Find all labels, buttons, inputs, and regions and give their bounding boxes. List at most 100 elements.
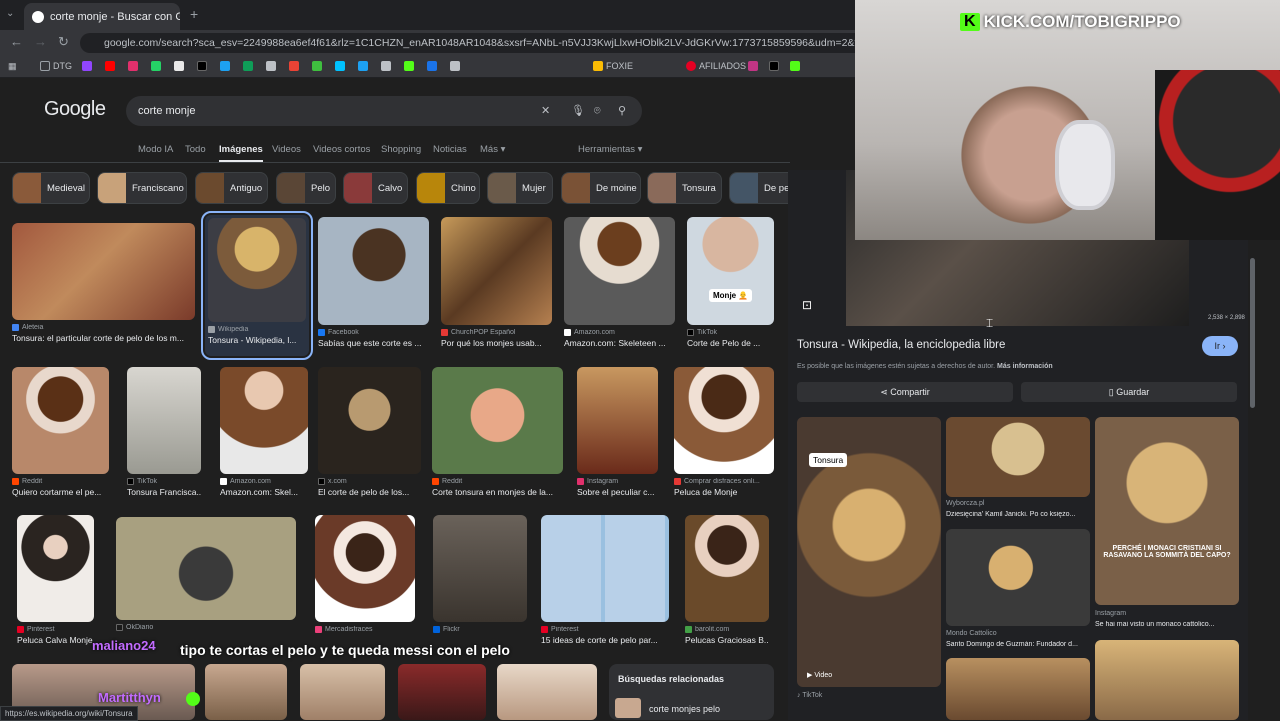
result-image[interactable]	[318, 367, 421, 474]
result-image[interactable]	[208, 218, 306, 322]
related-image-card[interactable]	[946, 529, 1090, 626]
apps-icon[interactable]: ▦	[8, 61, 17, 72]
tools-button[interactable]: Herramientas ▾	[578, 144, 642, 155]
result-image[interactable]	[318, 217, 429, 325]
voice-search-icon[interactable]: 🎙	[571, 96, 585, 126]
result-image[interactable]: Monje 🧑‍🦲	[687, 217, 774, 325]
chip-franciscano[interactable]: Franciscano	[97, 172, 187, 204]
tab-noticias[interactable]: Noticias	[433, 144, 467, 155]
browser-tab[interactable]: corte monje - Buscar con Google ✕	[24, 3, 180, 30]
result-image[interactable]	[12, 367, 109, 474]
result-image[interactable]	[674, 367, 774, 474]
result-image[interactable]	[433, 515, 527, 622]
back-icon[interactable]: ←	[10, 34, 23, 49]
chip-de-moine[interactable]: De moine	[561, 172, 641, 204]
result-card[interactable]: Amazon.com Amazon.com: Skeleteen ...	[564, 217, 675, 348]
chip-pelo[interactable]: Pelo	[276, 172, 336, 204]
reload-icon[interactable]: ↻	[58, 34, 69, 50]
related-image-card[interactable]	[946, 417, 1090, 497]
result-card[interactable]: TikTok Tonsura Francisca...	[127, 367, 201, 497]
result-image[interactable]	[685, 515, 769, 622]
chip-tonsura[interactable]: Tonsura	[647, 172, 722, 204]
related-search-item[interactable]: corte monjes pelo	[649, 704, 720, 714]
preview-title[interactable]: Tonsura - Wikipedia, la enciclopedia lib…	[797, 339, 1005, 351]
related-image-card[interactable]	[1095, 640, 1239, 720]
result-card[interactable]: OkDiario	[116, 517, 296, 631]
result-card[interactable]: Flickr	[433, 515, 527, 633]
result-card[interactable]: Reddit Corte tonsura en monjes de la...	[432, 367, 563, 497]
result-image[interactable]	[116, 517, 296, 620]
related-image-card[interactable]: PERCHÉ I MONACI CRISTIANI SI RASAVANO LA…	[1095, 417, 1239, 605]
tab-mas[interactable]: Más ▾	[480, 144, 505, 155]
result-image[interactable]	[127, 367, 201, 474]
bookmark-more-icons[interactable]	[748, 61, 800, 71]
chip-mujer[interactable]: Mujer	[487, 172, 553, 204]
related-video-card[interactable]: Tonsura ▶ Video	[797, 417, 941, 687]
result-image[interactable]	[541, 515, 669, 622]
forward-icon[interactable]: →	[34, 34, 47, 49]
chip-calvo[interactable]: Calvo	[343, 172, 408, 204]
result-card[interactable]: ChurchPOP Español Por qué los monjes usa…	[441, 217, 552, 348]
result-card[interactable]: Amazon.com Amazon.com: Skel...	[220, 367, 308, 497]
url-field[interactable]: google.com/search?sca_esv=2249988ea6ef4f…	[80, 33, 870, 53]
result-card[interactable]: Facebook Sabías que este corte es ...	[318, 217, 429, 348]
result-image[interactable]	[17, 515, 94, 622]
result-card[interactable]: Monje 🧑‍🦲 TikTok Corte de Pelo de ...	[687, 217, 774, 348]
tab-imagenes[interactable]: Imágenes	[219, 144, 263, 162]
result-image[interactable]	[12, 223, 195, 320]
related-title[interactable]: Se hai mai visto un monaco cattolico...	[1095, 621, 1239, 628]
result-card[interactable]: Reddit Quiero cortarme el pe...	[12, 367, 109, 497]
more-info-link[interactable]: Más información	[997, 363, 1053, 370]
result-card-selected[interactable]: Wikipedia Tonsura - Wikipedia, l...	[201, 211, 313, 360]
result-card[interactable]: barolit.com Pelucas Graciosas B...	[685, 515, 769, 645]
chip-chino[interactable]: Chino	[416, 172, 480, 204]
bookmark-icons-group[interactable]	[82, 61, 460, 71]
share-button[interactable]: ⋖ Compartir	[797, 382, 1013, 402]
gaming-chair	[1155, 70, 1280, 240]
result-card[interactable]: Instagram Sobre el peculiar c...	[577, 367, 658, 497]
save-button[interactable]: ▯ Guardar	[1021, 382, 1237, 402]
google-logo[interactable]: Google	[44, 98, 106, 121]
result-image[interactable]	[220, 367, 308, 474]
search-icon[interactable]: ⚲	[618, 96, 626, 126]
tab-modo-ia[interactable]: Modo IA	[138, 144, 173, 155]
new-tab-icon[interactable]: +	[190, 6, 198, 22]
bookmark-afiliados[interactable]: AFILIADOS	[686, 61, 746, 71]
tab-videos[interactable]: Videos	[272, 144, 301, 155]
lens-icon[interactable]: ⊡	[802, 298, 812, 312]
result-card[interactable]: Mercadisfraces	[315, 515, 415, 633]
tab-shopping[interactable]: Shopping	[381, 144, 421, 155]
visit-button[interactable]: Ir ›	[1202, 336, 1238, 356]
related-title[interactable]: Santo Domingo de Guzmán: Fundador d...	[946, 641, 1090, 648]
image-preview-panel: ⊡ 2,538 × 2,898 Tonsura - Wikipedia, la …	[788, 170, 1248, 720]
result-card[interactable]: Aleteia Tonsura: el particular corte de …	[12, 223, 195, 343]
result-image[interactable]	[300, 664, 385, 720]
result-image[interactable]	[497, 664, 597, 720]
related-image-card[interactable]	[946, 658, 1090, 720]
result-image[interactable]	[205, 664, 287, 720]
result-card[interactable]: Pinterest 15 ideas de corte de pelo par.…	[541, 515, 669, 645]
search-input[interactable]: corte monje ✕ 🎙 ⌾ ⚲	[126, 96, 642, 126]
lens-icon[interactable]: ⌾	[594, 96, 601, 126]
bookmark-dtg[interactable]: DTG	[40, 61, 72, 71]
result-card[interactable]: Pinterest Peluca Calva Monje	[17, 515, 94, 645]
result-image[interactable]	[441, 217, 552, 325]
bookmark-foxie[interactable]: FOXIE	[593, 61, 633, 71]
result-card[interactable]: Comprar disfraces onli... Peluca de Monj…	[674, 367, 774, 497]
related-searches-title: Búsquedas relacionadas	[618, 674, 725, 684]
chip-de-pelo[interactable]: De pel	[729, 172, 789, 204]
result-image[interactable]	[577, 367, 658, 474]
tab-search-icon[interactable]: ⌄	[6, 8, 14, 19]
clear-search-icon[interactable]: ✕	[541, 96, 550, 126]
related-title[interactable]: Dziesięcina' Kamil Janicki. Po co księżo…	[946, 511, 1090, 518]
chip-antiguo[interactable]: Antiguo	[195, 172, 268, 204]
tab-videos-cortos[interactable]: Videos cortos	[313, 144, 370, 155]
chip-medieval[interactable]: Medieval	[12, 172, 90, 204]
result-image[interactable]	[315, 515, 415, 622]
result-image[interactable]	[564, 217, 675, 325]
result-image[interactable]	[398, 664, 486, 720]
panel-scrollbar[interactable]	[1250, 258, 1255, 408]
tab-todo[interactable]: Todo	[185, 144, 206, 155]
result-card[interactable]: x.com El corte de pelo de los...	[318, 367, 421, 497]
result-image[interactable]	[432, 367, 563, 474]
